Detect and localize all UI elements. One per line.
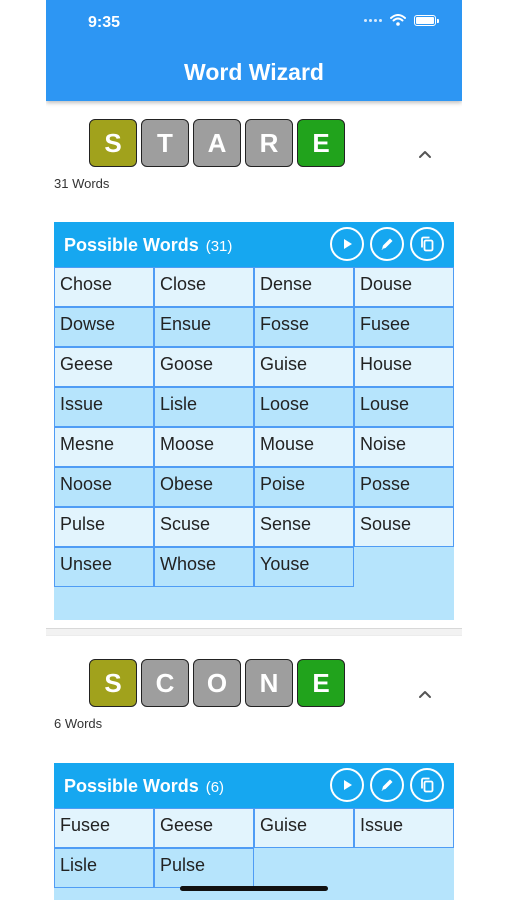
word-cell[interactable]: Mouse (254, 427, 354, 467)
play-button[interactable] (330, 227, 364, 261)
edit-button[interactable] (370, 768, 404, 802)
word-count-label: 31 Words (54, 176, 110, 191)
possible-words-header: Possible Words (31) (54, 222, 454, 267)
word-cell[interactable]: Noose (54, 467, 154, 507)
panel-actions (330, 227, 444, 261)
status-icons (364, 14, 439, 26)
word-cell[interactable]: Dowse (54, 307, 154, 347)
possible-words-header: Possible Words (6) (54, 763, 454, 808)
copy-icon (421, 236, 434, 252)
pencil-icon (381, 779, 393, 791)
word-cell[interactable]: Pulse (54, 507, 154, 547)
word-cell[interactable]: Youse (254, 547, 354, 587)
word-cell[interactable]: Moose (154, 427, 254, 467)
word-cell[interactable]: Close (154, 267, 254, 307)
letter-tile[interactable]: R (245, 119, 293, 167)
possible-words-title: Possible Words (31) (64, 235, 233, 255)
battery-icon (414, 14, 439, 26)
status-time: 9:35 (88, 14, 121, 31)
letter-tile[interactable]: C (141, 659, 189, 707)
possible-words-panel: Possible Words (6) Fusee Geese Guise Iss… (54, 763, 454, 900)
word-cell[interactable]: Souse (354, 507, 454, 547)
word-cell[interactable]: Issue (354, 808, 454, 848)
letter-tile[interactable]: N (245, 659, 293, 707)
possible-words-title: Possible Words (6) (64, 776, 225, 796)
app-screen: 9:35 Word Wizard S T A R E 31 Words Poss… (46, 0, 462, 900)
possible-words-count: (31) (205, 238, 233, 255)
word-cell[interactable]: Mesne (54, 427, 154, 467)
word-cell[interactable]: Loose (254, 387, 354, 427)
word-cell[interactable]: Posse (354, 467, 454, 507)
panel-actions (330, 768, 444, 802)
letter-tile[interactable]: E (297, 119, 345, 167)
guess-tiles: S C O N E (89, 659, 345, 707)
signal-icon (364, 18, 382, 22)
word-cell[interactable]: Ensue (154, 307, 254, 347)
word-cell[interactable]: Sense (254, 507, 354, 547)
word-cell[interactable]: Lisle (154, 387, 254, 427)
chevron-up-icon[interactable] (418, 689, 432, 699)
word-cell[interactable]: Louse (354, 387, 454, 427)
word-cell[interactable]: Obese (154, 467, 254, 507)
letter-tile[interactable]: A (193, 119, 241, 167)
letter-tile[interactable]: S (89, 659, 137, 707)
play-icon (344, 780, 352, 790)
word-cell[interactable]: Guise (254, 808, 354, 848)
word-cell[interactable]: Goose (154, 347, 254, 387)
copy-button[interactable] (410, 227, 444, 261)
play-icon (344, 239, 352, 249)
possible-words-count: (6) (205, 779, 225, 796)
possible-words-panel: Possible Words (31) Chose Close Dense Do… (54, 222, 454, 620)
letter-tile[interactable]: T (141, 119, 189, 167)
word-cell[interactable]: Fusee (54, 808, 154, 848)
word-cell[interactable]: Douse (354, 267, 454, 307)
word-cell[interactable]: Whose (154, 547, 254, 587)
section-divider (46, 628, 462, 636)
word-cell[interactable]: Poise (254, 467, 354, 507)
letter-tile[interactable]: E (297, 659, 345, 707)
word-cell[interactable]: Scuse (154, 507, 254, 547)
app-title: Word Wizard (184, 59, 324, 85)
guess-tiles: S T A R E (89, 119, 345, 167)
word-cell[interactable]: Lisle (54, 848, 154, 888)
word-cell[interactable]: Geese (54, 347, 154, 387)
word-cell[interactable]: Chose (54, 267, 154, 307)
home-indicator[interactable] (180, 886, 328, 891)
wifi-icon (390, 14, 406, 26)
word-cell[interactable]: Pulse (154, 848, 254, 888)
copy-button[interactable] (410, 768, 444, 802)
word-cell[interactable]: Issue (54, 387, 154, 427)
word-cell[interactable]: Fosse (254, 307, 354, 347)
play-button[interactable] (330, 768, 364, 802)
word-grid: Chose Close Dense Douse Dowse Ensue Foss… (54, 267, 454, 587)
word-cell[interactable]: Guise (254, 347, 354, 387)
word-count-label: 6 Words (54, 716, 103, 731)
word-cell[interactable]: Fusee (354, 307, 454, 347)
letter-tile[interactable]: O (193, 659, 241, 707)
app-header: 9:35 Word Wizard (46, 0, 462, 101)
edit-button[interactable] (370, 227, 404, 261)
word-cell[interactable]: Unsee (54, 547, 154, 587)
word-cell[interactable]: Dense (254, 267, 354, 307)
word-cell[interactable]: Geese (154, 808, 254, 848)
letter-tile[interactable]: S (89, 119, 137, 167)
word-cell[interactable]: Noise (354, 427, 454, 467)
word-cell[interactable]: House (354, 347, 454, 387)
word-grid: Fusee Geese Guise Issue Lisle Pulse (54, 808, 454, 888)
pencil-icon (381, 238, 393, 250)
chevron-up-icon[interactable] (418, 149, 432, 159)
copy-icon (421, 777, 434, 793)
